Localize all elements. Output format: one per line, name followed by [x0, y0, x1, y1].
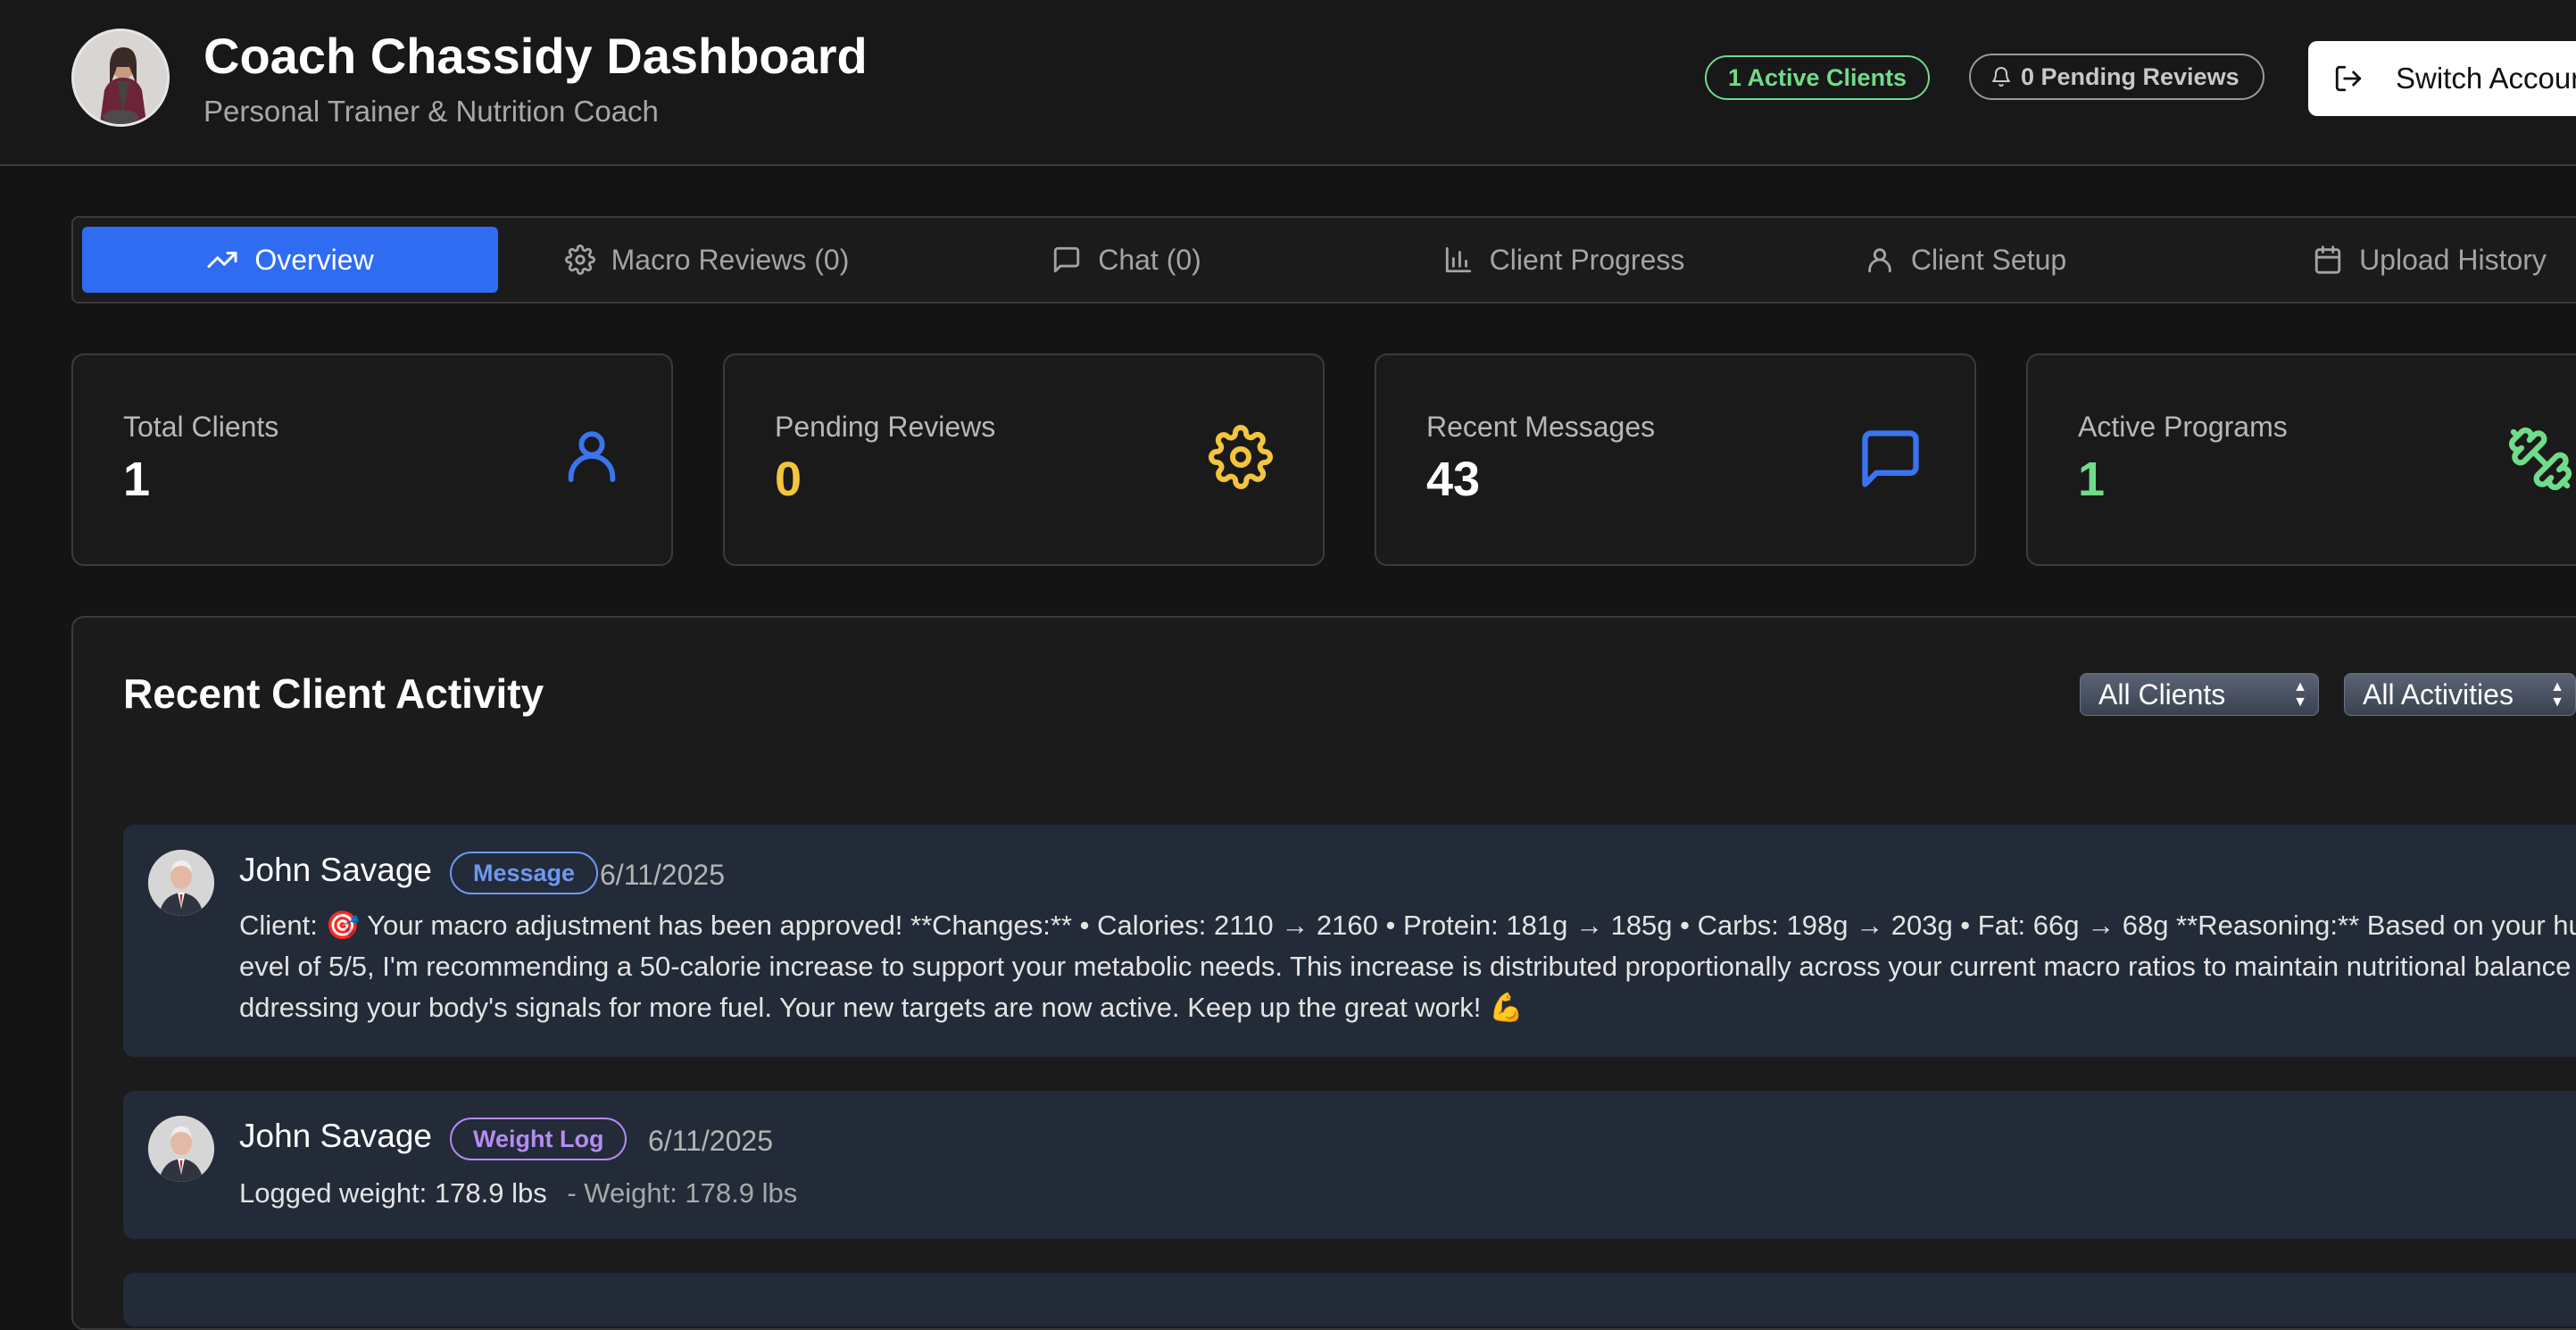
tab-chat[interactable]: Chat (0)	[1019, 227, 1234, 293]
tab-label: Client Progress	[1489, 243, 1685, 276]
client-avatar	[148, 850, 214, 916]
bell-icon	[1992, 67, 2010, 87]
select-arrows-icon: ▲ ▼	[2550, 679, 2564, 710]
client-filter-select[interactable]: All Clients ▲ ▼	[2080, 673, 2319, 716]
tab-client-progress[interactable]: Client Progress	[1412, 227, 1716, 293]
stat-card-recent-messages: Recent Messages 43	[1375, 353, 1976, 566]
main-tabs: Overview Macro Reviews (0) Chat (0) Clie…	[71, 216, 2576, 303]
section-title: Recent Client Activity	[123, 670, 544, 717]
dumbbell-icon	[2509, 428, 2572, 491]
stat-value: 0	[775, 453, 802, 506]
switch-account-button[interactable]: Switch Account	[2308, 41, 2576, 116]
client-avatar	[148, 1116, 214, 1182]
page-title: Coach Chassidy Dashboard	[204, 28, 868, 84]
weight-log-text: Logged weight: 178.9 lbs	[239, 1177, 547, 1209]
activity-date: 6/11/2025	[600, 859, 725, 891]
client-name: John Savage	[239, 1118, 433, 1154]
client-name: John Savage	[239, 852, 433, 888]
calendar-icon	[2314, 245, 2341, 274]
stat-value: 1	[123, 453, 151, 506]
activity-type-badge: Message	[450, 852, 599, 894]
recent-activity-panel: Recent Client Activity All Clients ▲ ▼ Al…	[71, 616, 2576, 1330]
tab-label: Upload History	[2359, 243, 2547, 276]
tab-overview[interactable]: Overview	[82, 227, 498, 293]
activity-type-badge: Weight Log	[450, 1118, 627, 1160]
activity-date: 6/11/2025	[648, 1125, 773, 1157]
tab-macro-reviews[interactable]: Macro Reviews (0)	[537, 227, 877, 293]
tab-label: Chat (0)	[1098, 243, 1201, 276]
stat-card-active-programs: Active Programs 1	[2026, 353, 2576, 566]
client-filter-value: All Clients	[2098, 678, 2226, 711]
activity-filter-value: All Activities	[2363, 678, 2514, 711]
stat-label: Pending Reviews	[775, 411, 996, 443]
dashboard-header: Coach Chassidy Dashboard Personal Traine…	[0, 0, 2576, 166]
trending-up-icon	[207, 252, 237, 268]
active-clients-badge: 1 Active Clients	[1705, 55, 1931, 100]
tab-client-setup[interactable]: Client Setup	[1823, 227, 2108, 293]
chat-bubble-icon	[1054, 246, 1080, 273]
switch-account-label: Switch Account	[2396, 62, 2576, 95]
gear-icon	[1209, 425, 1273, 489]
stat-label: Active Programs	[2078, 411, 2288, 443]
stat-value: 1	[2078, 453, 2106, 506]
stat-value: 43	[1426, 453, 1481, 506]
activity-filter-select[interactable]: All Activities ▲ ▼	[2344, 673, 2576, 716]
user-icon	[1868, 248, 1891, 273]
activity-item[interactable]: John Savage Message 6/11/2025 Client: 🎯 …	[123, 825, 2576, 1057]
stat-label: Total Clients	[123, 411, 279, 443]
chat-bubble-icon	[1862, 430, 1919, 487]
activity-message: Logged weight: 178.9 lbs - Weight: 178.9…	[239, 1173, 2576, 1214]
tab-label: Client Setup	[1910, 243, 2067, 276]
tab-upload-history[interactable]: Upload History	[2278, 227, 2576, 293]
tab-label: Overview	[254, 243, 374, 276]
stat-card-pending-reviews: Pending Reviews 0	[723, 353, 1325, 566]
tab-label: Macro Reviews (0)	[611, 243, 850, 276]
pending-reviews-badge[interactable]: 0 Pending Reviews	[1969, 54, 2264, 100]
activity-message: Client: 🎯 Your macro adjustment has been…	[239, 910, 2576, 1023]
coach-avatar	[71, 29, 170, 127]
logout-icon	[2335, 65, 2362, 92]
weight-log-detail: - Weight: 178.9 lbs	[567, 1177, 798, 1209]
stat-label: Recent Messages	[1426, 411, 1656, 443]
pending-reviews-label: 0 Pending Reviews	[2021, 63, 2239, 90]
select-arrows-icon: ▲ ▼	[2293, 679, 2307, 710]
bar-chart-icon	[1445, 246, 1471, 273]
activity-item[interactable]: John Savage Weight Log 6/11/2025 Logged …	[123, 1091, 2576, 1239]
activity-item[interactable]	[123, 1273, 2576, 1326]
user-icon	[568, 431, 616, 483]
stat-card-total-clients: Total Clients 1	[71, 353, 673, 566]
gear-icon	[564, 245, 595, 275]
page-subtitle: Personal Trainer & Nutrition Coach	[204, 95, 659, 128]
